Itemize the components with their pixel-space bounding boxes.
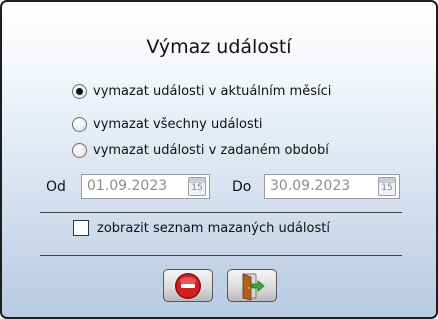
exit-button[interactable] [227, 269, 277, 302]
radio-date-range[interactable] [72, 142, 87, 158]
separator-bottom [40, 255, 402, 256]
option-date-range-label: vymazat události v zadaném období [93, 142, 329, 158]
radio-all-events[interactable] [72, 116, 87, 132]
option-current-month-label: vymazat události v aktuálním měsíci [93, 83, 332, 99]
option-date-range[interactable]: vymazat události v zadaném období [72, 140, 329, 160]
option-all-events[interactable]: vymazat všechny události [72, 114, 262, 134]
to-date-value: 30.09.2023 [270, 178, 351, 194]
show-list-checkbox[interactable] [73, 220, 89, 236]
radio-current-month[interactable] [72, 83, 87, 99]
to-calendar-icon[interactable]: 15 [378, 177, 396, 196]
to-label: Do [232, 179, 252, 195]
from-calendar-day: 15 [191, 183, 203, 193]
exit-door-icon [242, 272, 265, 301]
option-current-month[interactable]: vymazat události v aktuálním měsíci [72, 81, 331, 101]
from-date-field[interactable]: 01.09.2023 15 [81, 174, 210, 199]
separator-top [40, 212, 402, 213]
show-list-option[interactable]: zobrazit seznam mazaných událostí [73, 220, 330, 236]
to-date-field[interactable]: 30.09.2023 15 [264, 174, 400, 199]
from-date-value: 01.09.2023 [87, 178, 168, 194]
delete-button[interactable] [163, 269, 213, 302]
option-all-events-label: vymazat všechny události [93, 116, 263, 132]
show-list-label: zobrazit seznam mazaných událostí [97, 220, 330, 236]
from-calendar-icon[interactable]: 15 [188, 177, 206, 196]
minus-circle-icon [175, 272, 201, 299]
delete-events-dialog: Výmaz událostí vymazat události v aktuál… [0, 0, 438, 319]
from-label: Od [46, 179, 66, 195]
dialog-title: Výmaz událostí [146, 36, 292, 58]
to-calendar-day: 15 [381, 183, 393, 193]
